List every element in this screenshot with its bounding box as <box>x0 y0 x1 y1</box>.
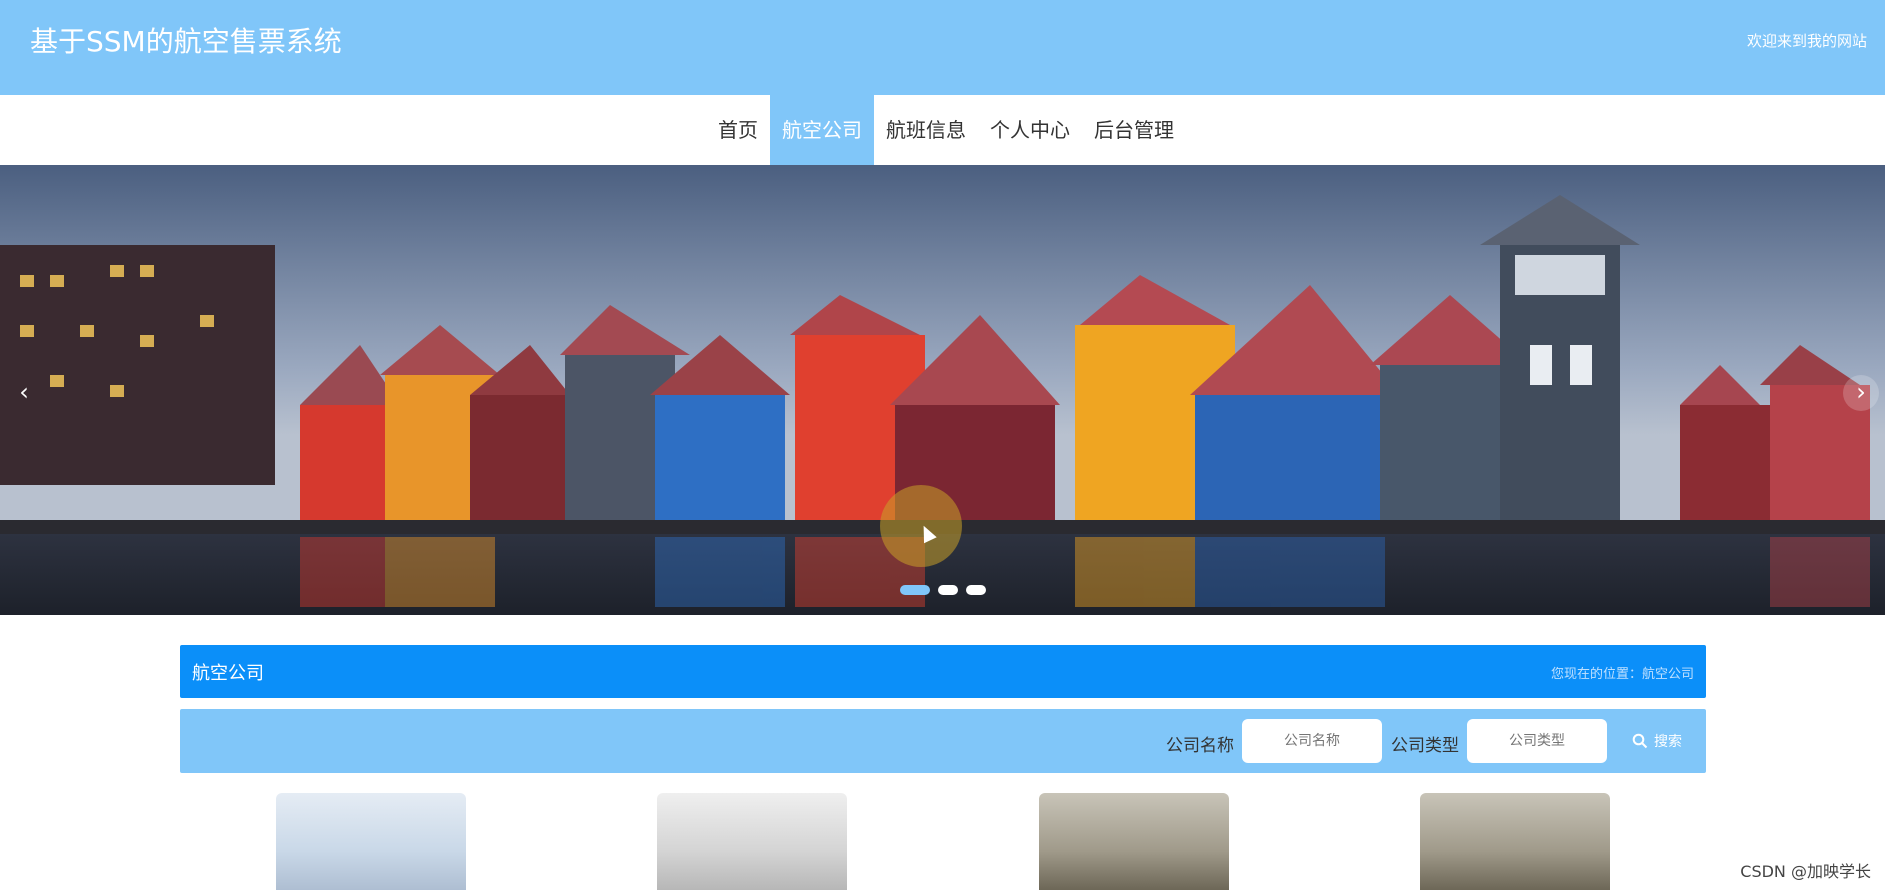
nav-item-profile[interactable]: 个人中心 <box>978 95 1082 165</box>
welcome-text: 欢迎来到我的网站 <box>1746 32 1867 50</box>
company-name-input[interactable] <box>1242 719 1382 763</box>
section-header: 航空公司 您现在的位置：航空公司 <box>180 645 1706 698</box>
company-card-image[interactable] <box>1039 793 1229 890</box>
carousel-prev-button[interactable]: ‹ <box>6 375 42 411</box>
company-name-label: 公司名称 <box>1166 736 1234 756</box>
search-button-label: 搜索 <box>1654 734 1682 750</box>
nav-item-home[interactable]: 首页 <box>706 95 770 165</box>
company-type-input[interactable] <box>1467 719 1607 763</box>
carousel-next-button[interactable]: › <box>1843 375 1879 411</box>
company-card-image[interactable] <box>276 793 466 890</box>
company-card-image[interactable] <box>1420 793 1610 890</box>
main-nav: 首页 航空公司 航班信息 个人中心 后台管理 <box>0 95 1885 165</box>
search-button[interactable]: 搜索 <box>1632 729 1682 753</box>
site-title: 基于SSM的航空售票系统 <box>30 25 342 58</box>
nav-item-admin[interactable]: 后台管理 <box>1082 95 1186 165</box>
carousel-dot-1[interactable] <box>900 585 930 595</box>
company-type-label: 公司类型 <box>1391 736 1459 756</box>
top-header: 基于SSM的航空售票系统 欢迎来到我的网站 <box>0 0 1885 95</box>
search-icon <box>1632 733 1648 749</box>
search-bar: 公司名称 公司类型 搜索 <box>180 709 1706 773</box>
carousel-indicators <box>900 585 986 595</box>
section-title: 航空公司 <box>192 663 264 684</box>
breadcrumb: 您现在的位置：航空公司 <box>1550 667 1694 682</box>
carousel-dot-3[interactable] <box>966 585 986 595</box>
watermark: CSDN @加映学长 <box>1740 862 1871 881</box>
company-card-image[interactable] <box>657 793 847 890</box>
carousel-dot-2[interactable] <box>938 585 958 595</box>
banner-carousel[interactable]: ‹ › <box>0 165 1885 615</box>
nav-item-airlines[interactable]: 航空公司 <box>770 95 874 165</box>
nav-item-flights[interactable]: 航班信息 <box>874 95 978 165</box>
